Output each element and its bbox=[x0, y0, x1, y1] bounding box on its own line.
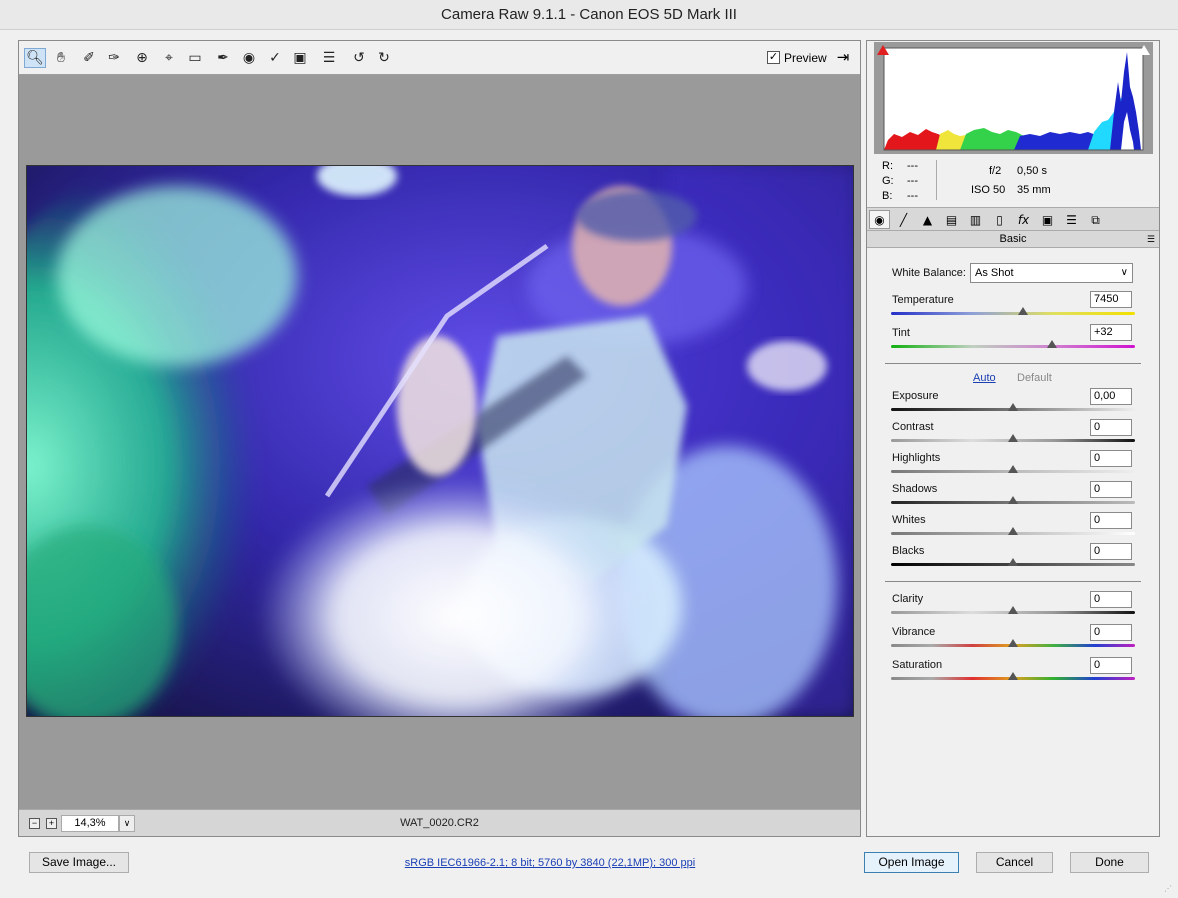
white-balance-select[interactable]: As Shot ∨ bbox=[970, 263, 1133, 283]
adjustment-brush-icon[interactable]: ✓ bbox=[264, 48, 286, 68]
straighten-icon[interactable]: ▭ bbox=[184, 48, 206, 68]
temperature-slider-thumb[interactable] bbox=[1017, 307, 1028, 315]
highlights-field[interactable]: 0 bbox=[1090, 450, 1132, 467]
temperature-slider-track[interactable] bbox=[891, 312, 1135, 315]
snapshots-tab-icon[interactable]: ⧉ bbox=[1085, 210, 1106, 229]
readout-panel: R: --- G: --- B: --- f/2 0,50 s ISO 50 3… bbox=[867, 154, 1159, 204]
temperature-label: Temperature bbox=[892, 294, 954, 306]
open-image-button[interactable]: Open Image bbox=[864, 852, 959, 873]
histogram bbox=[874, 42, 1153, 154]
rotate-ccw-icon[interactable]: ↺ bbox=[348, 48, 370, 68]
shutter-value: 0,50 s bbox=[1017, 165, 1047, 177]
white-balance-value: As Shot bbox=[975, 267, 1014, 279]
default-link[interactable]: Default bbox=[1017, 372, 1052, 384]
photo-preview bbox=[26, 165, 854, 717]
shadows-slider-thumb[interactable] bbox=[1008, 496, 1018, 504]
saturation-label: Saturation bbox=[892, 659, 943, 671]
saturation-field[interactable]: 0 bbox=[1090, 657, 1132, 674]
tone-curve-tab-icon[interactable]: ╱ bbox=[893, 210, 914, 229]
readout-separator bbox=[936, 160, 937, 200]
temperature-field[interactable]: 7450 bbox=[1090, 291, 1132, 308]
b-label: B: bbox=[882, 190, 893, 202]
rotate-cw-icon[interactable]: ↻ bbox=[373, 48, 395, 68]
iso-value: ISO 50 bbox=[971, 184, 1006, 196]
resize-grip-icon[interactable]: ⋰ bbox=[1164, 884, 1174, 894]
r-value: --- bbox=[907, 160, 918, 172]
file-name: WAT_0020.CR2 bbox=[400, 817, 479, 829]
auto-link[interactable]: Auto bbox=[973, 372, 996, 384]
highlights-slider-thumb[interactable] bbox=[1008, 465, 1018, 473]
whites-field[interactable]: 0 bbox=[1090, 512, 1132, 529]
tint-slider-track[interactable] bbox=[891, 345, 1135, 348]
preview-pane: 🔍︎ ✋︎ ✐ ✑ ⊕ ⌖ ▭ ✒ ◉ ✓ ▣ ☰ ↺ ↻ ✓ Preview … bbox=[18, 40, 861, 837]
exposure-field[interactable]: 0,00 bbox=[1090, 388, 1132, 405]
chevron-down-icon: ∨ bbox=[1120, 267, 1128, 278]
contrast-slider-thumb[interactable] bbox=[1008, 434, 1018, 442]
adjustment-pane: R: --- G: --- B: --- f/2 0,50 s ISO 50 3… bbox=[866, 40, 1160, 837]
tint-field[interactable]: +32 bbox=[1090, 324, 1132, 341]
white-balance-icon[interactable]: ✐ bbox=[78, 48, 100, 68]
clarity-slider-thumb[interactable] bbox=[1008, 606, 1018, 614]
hsl-tab-icon[interactable]: ▤ bbox=[941, 210, 962, 229]
blacks-field[interactable]: 0 bbox=[1090, 543, 1132, 560]
tool-bar: 🔍︎ ✋︎ ✐ ✑ ⊕ ⌖ ▭ ✒ ◉ ✓ ▣ ☰ ↺ ↻ ✓ Preview … bbox=[19, 41, 860, 75]
clarity-field[interactable]: 0 bbox=[1090, 591, 1132, 608]
vibrance-slider-thumb[interactable] bbox=[1008, 639, 1018, 647]
basic-tab-icon[interactable]: ◉ bbox=[869, 210, 890, 229]
g-value: --- bbox=[907, 175, 918, 187]
exposure-slider-thumb[interactable] bbox=[1008, 403, 1018, 411]
presets-tab-icon[interactable]: ☰ bbox=[1061, 210, 1082, 229]
preview-checkbox[interactable]: ✓ bbox=[767, 51, 780, 64]
g-label: G: bbox=[882, 175, 894, 187]
highlights-label: Highlights bbox=[892, 452, 941, 464]
window-title: Camera Raw 9.1.1 - Canon EOS 5D Mark III bbox=[0, 0, 1178, 30]
b-value: --- bbox=[907, 190, 918, 202]
panel-title-text: Basic bbox=[999, 233, 1027, 245]
whites-slider-thumb[interactable] bbox=[1008, 527, 1018, 535]
saturation-slider-thumb[interactable] bbox=[1008, 672, 1018, 680]
spot-removal-icon[interactable]: ✒ bbox=[212, 48, 234, 68]
section-divider bbox=[885, 363, 1141, 364]
lens-corrections-tab-icon[interactable]: ▯ bbox=[989, 210, 1010, 229]
panel-menu-icon[interactable]: ☰ bbox=[1147, 231, 1155, 247]
status-bar: − + 14,3% ∨ WAT_0020.CR2 bbox=[19, 809, 860, 836]
panel-tab-bar: ◉ ╱ ▲ ▤ ▥ ▯ fx ▣ ☰ ⧉ bbox=[867, 207, 1159, 231]
effects-tab-icon[interactable]: fx bbox=[1013, 210, 1034, 229]
contrast-label: Contrast bbox=[892, 421, 934, 433]
vibrance-field[interactable]: 0 bbox=[1090, 624, 1132, 641]
color-sampler-icon[interactable]: ✑ bbox=[103, 48, 125, 68]
contrast-field[interactable]: 0 bbox=[1090, 419, 1132, 436]
crop-icon[interactable]: ⌖ bbox=[158, 48, 180, 68]
cancel-button[interactable]: Cancel bbox=[976, 852, 1053, 873]
shadows-label: Shadows bbox=[892, 483, 938, 495]
preview-label: Preview bbox=[784, 51, 827, 65]
detail-tab-icon[interactable]: ▲ bbox=[917, 210, 938, 229]
fullscreen-toggle-icon[interactable]: ⇥ bbox=[833, 48, 853, 68]
panel-title: Basic ☰ bbox=[867, 231, 1159, 248]
zoom-icon[interactable]: 🔍︎ bbox=[24, 48, 46, 68]
white-balance-label: White Balance: bbox=[892, 267, 966, 279]
shadows-field[interactable]: 0 bbox=[1090, 481, 1132, 498]
graduated-filter-icon[interactable]: ▣ bbox=[289, 48, 311, 68]
aperture-value: f/2 bbox=[989, 165, 1002, 177]
red-eye-icon[interactable]: ◉ bbox=[238, 48, 260, 68]
vibrance-label: Vibrance bbox=[892, 626, 936, 638]
focal-length-value: 35 mm bbox=[1017, 184, 1051, 196]
section-divider bbox=[885, 581, 1141, 582]
tint-label: Tint bbox=[892, 327, 910, 339]
image-canvas[interactable] bbox=[19, 76, 860, 809]
split-toning-tab-icon[interactable]: ▥ bbox=[965, 210, 986, 229]
tint-slider-thumb[interactable] bbox=[1047, 340, 1058, 348]
radial-filter-icon[interactable]: ☰ bbox=[318, 48, 340, 68]
camera-calibration-tab-icon[interactable]: ▣ bbox=[1037, 210, 1058, 229]
clarity-label: Clarity bbox=[892, 593, 924, 605]
exposure-label: Exposure bbox=[892, 390, 939, 402]
done-button[interactable]: Done bbox=[1070, 852, 1149, 873]
hand-icon[interactable]: ✋︎ bbox=[50, 48, 72, 68]
targeted-adjustment-icon[interactable]: ⊕ bbox=[131, 48, 153, 68]
whites-label: Whites bbox=[892, 514, 926, 526]
blacks-label: Blacks bbox=[892, 545, 925, 557]
blacks-slider-thumb[interactable] bbox=[1008, 558, 1018, 566]
r-label: R: bbox=[882, 160, 893, 172]
